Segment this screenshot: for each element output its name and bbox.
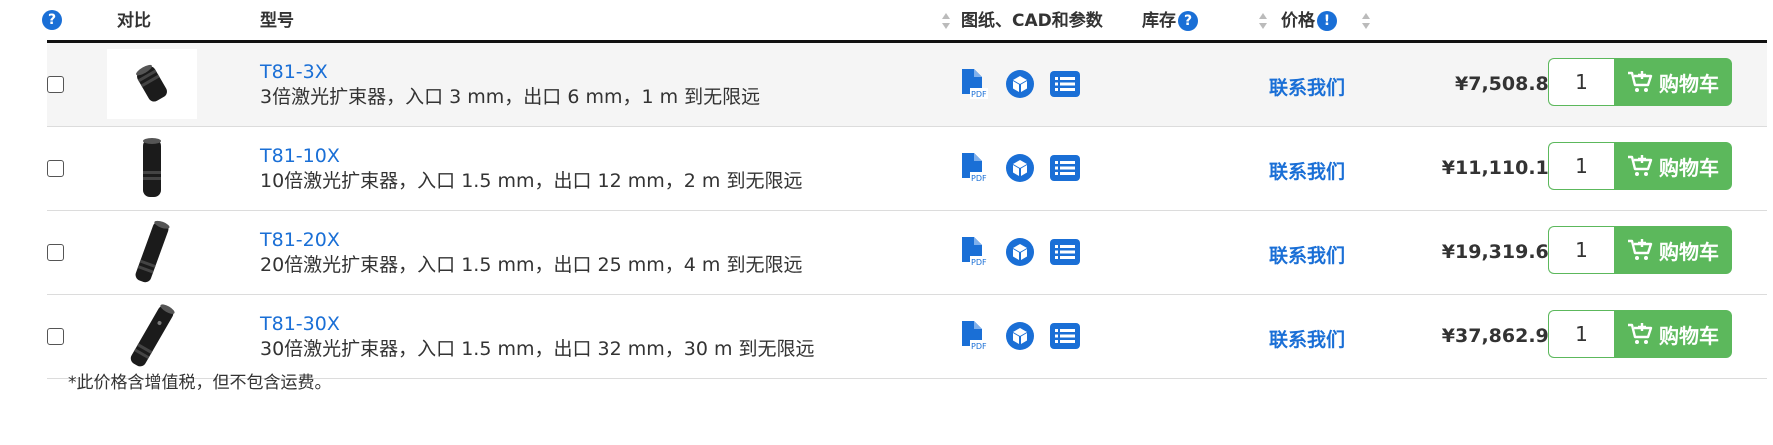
model-link[interactable]: T81-30X <box>260 313 340 335</box>
product-image <box>135 220 170 283</box>
add-to-cart-label: 购物车 <box>1659 239 1719 264</box>
table-row: T81-10X 10倍激光扩束器，入口 1.5 mm，出口 12 mm，2 m … <box>47 127 1767 211</box>
compare-checkbox[interactable] <box>47 328 64 345</box>
compare-checkbox[interactable] <box>47 160 64 177</box>
cart-icon <box>1628 71 1653 92</box>
cart-icon <box>1628 323 1653 344</box>
model-link[interactable]: T81-10X <box>260 145 340 167</box>
product-thumbnail[interactable] <box>107 301 197 371</box>
product-description: 30倍激光扩束器，入口 1.5 mm，出口 32 mm，30 m 到无限远 <box>260 338 815 360</box>
cart-icon <box>1628 155 1653 176</box>
stock-header: 库存 ? <box>1142 10 1198 32</box>
quantity-input[interactable] <box>1548 142 1614 190</box>
product-image <box>136 64 167 102</box>
stock-question-icon[interactable]: ? <box>1178 11 1198 31</box>
stock-sort-icon[interactable] <box>1257 10 1269 32</box>
cube-icon[interactable] <box>1003 67 1037 101</box>
question-icon: ? <box>42 10 62 30</box>
quantity-input[interactable] <box>1548 310 1614 358</box>
price-sort-icon[interactable] <box>1360 10 1372 32</box>
add-to-cart-label: 购物车 <box>1659 323 1719 348</box>
model-header: 型号 <box>260 11 294 31</box>
stock-header-label: 库存 <box>1142 11 1176 31</box>
sort-arrows-icon <box>1360 10 1372 32</box>
cube-icon[interactable] <box>1003 151 1037 185</box>
cart-icon <box>1628 239 1653 260</box>
table-row: T81-20X 20倍激光扩束器，入口 1.5 mm，出口 25 mm，4 m … <box>47 211 1767 295</box>
product-image <box>130 304 175 367</box>
product-thumbnail[interactable] <box>107 49 197 119</box>
table-header: ? 对比 型号 图纸、CAD和参数 库存 ? 价格 ! <box>42 0 1767 43</box>
product-description: 3倍激光扩束器，入口 3 mm，出口 6 mm，1 m 到无限远 <box>260 86 761 108</box>
pdf-icon[interactable]: PDF <box>957 151 991 185</box>
svg-text:PDF: PDF <box>971 258 987 267</box>
price-value: ¥19,319.61 <box>1441 241 1562 263</box>
add-to-cart-button[interactable]: 购物车 <box>1614 310 1732 358</box>
product-description: 10倍激光扩束器，入口 1.5 mm，出口 12 mm，2 m 到无限远 <box>260 170 803 192</box>
quantity-input[interactable] <box>1548 226 1614 274</box>
contact-us-link[interactable]: 联系我们 <box>1269 325 1345 352</box>
compare-checkbox[interactable] <box>47 244 64 261</box>
sort-arrows-icon <box>1257 10 1269 32</box>
quantity-input[interactable] <box>1548 58 1614 106</box>
contact-us-link[interactable]: 联系我们 <box>1269 73 1345 100</box>
product-image <box>143 138 161 197</box>
cube-icon[interactable] <box>1003 235 1037 269</box>
price-value: ¥7,508.85 <box>1455 73 1562 95</box>
list-icon[interactable] <box>1048 235 1082 269</box>
price-header-label: 价格 <box>1281 11 1315 31</box>
product-thumbnail[interactable] <box>107 217 197 287</box>
add-to-cart-button[interactable]: 购物车 <box>1614 142 1732 190</box>
price-footnote: *此价格含增值税，但不包含运费。 <box>68 373 332 393</box>
svg-text:PDF: PDF <box>971 90 987 99</box>
table-row: T81-3X 3倍激光扩束器，入口 3 mm，出口 6 mm，1 m 到无限远 … <box>47 43 1767 127</box>
add-to-cart-button[interactable]: 购物车 <box>1614 226 1732 274</box>
product-table: ? 对比 型号 图纸、CAD和参数 库存 ? 价格 ! T81-3X 3倍激光扩… <box>42 0 1767 379</box>
list-icon[interactable] <box>1048 319 1082 353</box>
svg-text:PDF: PDF <box>971 174 987 183</box>
model-sort-icon[interactable] <box>940 10 952 32</box>
list-icon[interactable] <box>1048 67 1082 101</box>
pdf-icon[interactable]: PDF <box>957 319 991 353</box>
contact-us-link[interactable]: 联系我们 <box>1269 157 1345 184</box>
product-description: 20倍激光扩束器，入口 1.5 mm，出口 25 mm，4 m 到无限远 <box>260 254 803 276</box>
compare-checkbox[interactable] <box>47 76 64 93</box>
add-to-cart-button[interactable]: 购物车 <box>1614 58 1732 106</box>
price-info-icon[interactable]: ! <box>1317 11 1337 31</box>
pdf-icon[interactable]: PDF <box>957 235 991 269</box>
price-header: 价格 ! <box>1281 10 1337 32</box>
pdf-icon[interactable]: PDF <box>957 67 991 101</box>
sort-arrows-icon <box>940 10 952 32</box>
contact-us-link[interactable]: 联系我们 <box>1269 241 1345 268</box>
table-row: T81-30X 30倍激光扩束器，入口 1.5 mm，出口 32 mm，30 m… <box>47 295 1767 379</box>
svg-text:PDF: PDF <box>971 342 987 351</box>
docs-header: 图纸、CAD和参数 <box>961 11 1103 31</box>
cube-icon[interactable] <box>1003 319 1037 353</box>
add-to-cart-label: 购物车 <box>1659 71 1719 96</box>
price-value: ¥11,110.16 <box>1441 157 1562 179</box>
model-link[interactable]: T81-20X <box>260 229 340 251</box>
add-to-cart-label: 购物车 <box>1659 155 1719 180</box>
compare-help-icon[interactable]: ? <box>42 10 62 30</box>
product-thumbnail[interactable] <box>107 133 197 203</box>
model-link[interactable]: T81-3X <box>260 61 328 83</box>
price-value: ¥37,862.91 <box>1441 325 1562 347</box>
compare-header: 对比 <box>117 11 151 31</box>
list-icon[interactable] <box>1048 151 1082 185</box>
